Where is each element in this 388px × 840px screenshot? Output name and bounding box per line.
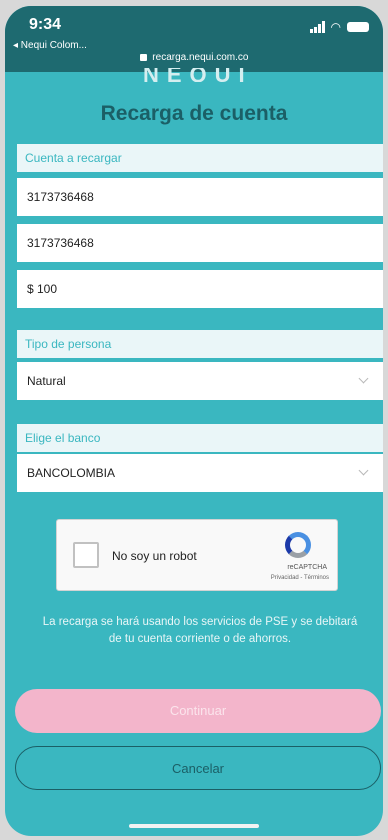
url-bar[interactable]: recarga.nequi.com.co [5,52,383,63]
chevron-down-icon [358,465,369,476]
recaptcha-links[interactable]: Privacidad - Términos [271,575,329,581]
recaptcha-widget: No soy un robot reCAPTCHA Privacidad - T… [56,519,338,591]
recaptcha-icon [285,532,311,558]
phone-screen: 9:34 ◂ Nequi Colom... ◠ recarga.nequi.co… [5,6,383,836]
account-section-label: Cuenta a recargar [17,144,383,172]
account-number-field[interactable]: 3173736468 [17,178,383,218]
signal-icon [309,21,325,33]
recaptcha-brand: reCAPTCHA [287,564,327,571]
status-bar: 9:34 ◂ Nequi Colom... ◠ recarga.nequi.co… [5,6,383,72]
bank-label: Elige el banco [17,424,383,452]
page-title: Recarga de cuenta [100,102,288,125]
pse-info-text: La recarga se hará usando los servicios … [42,616,358,645]
recaptcha-label: No soy un robot [112,549,197,563]
person-type-select[interactable]: Natural [17,362,383,402]
amount-field[interactable]: $ 100 [17,270,383,310]
bank-value: BANCOLOMBIA [27,466,116,480]
chevron-down-icon [358,373,369,384]
account-confirm-field[interactable]: 3173736468 [17,224,383,264]
person-type-value: Natural [27,374,66,388]
continue-button[interactable]: Continuar [15,689,381,733]
back-to-app-link[interactable]: ◂ Nequi Colom... [13,40,87,51]
home-indicator [129,824,259,828]
cancel-button[interactable]: Cancelar [15,746,381,790]
status-time: 9:34 [29,16,62,33]
recaptcha-checkbox[interactable] [73,542,99,568]
status-icons: ◠ [309,20,369,34]
nequi-logo: NEQUI [143,68,253,82]
wifi-icon: ◠ [330,20,341,34]
person-type-label: Tipo de persona [17,330,383,358]
url-text: recarga.nequi.com.co [152,52,249,63]
lock-icon [139,54,147,61]
battery-icon [347,22,369,32]
bank-select[interactable]: BANCOLOMBIA [17,454,383,494]
